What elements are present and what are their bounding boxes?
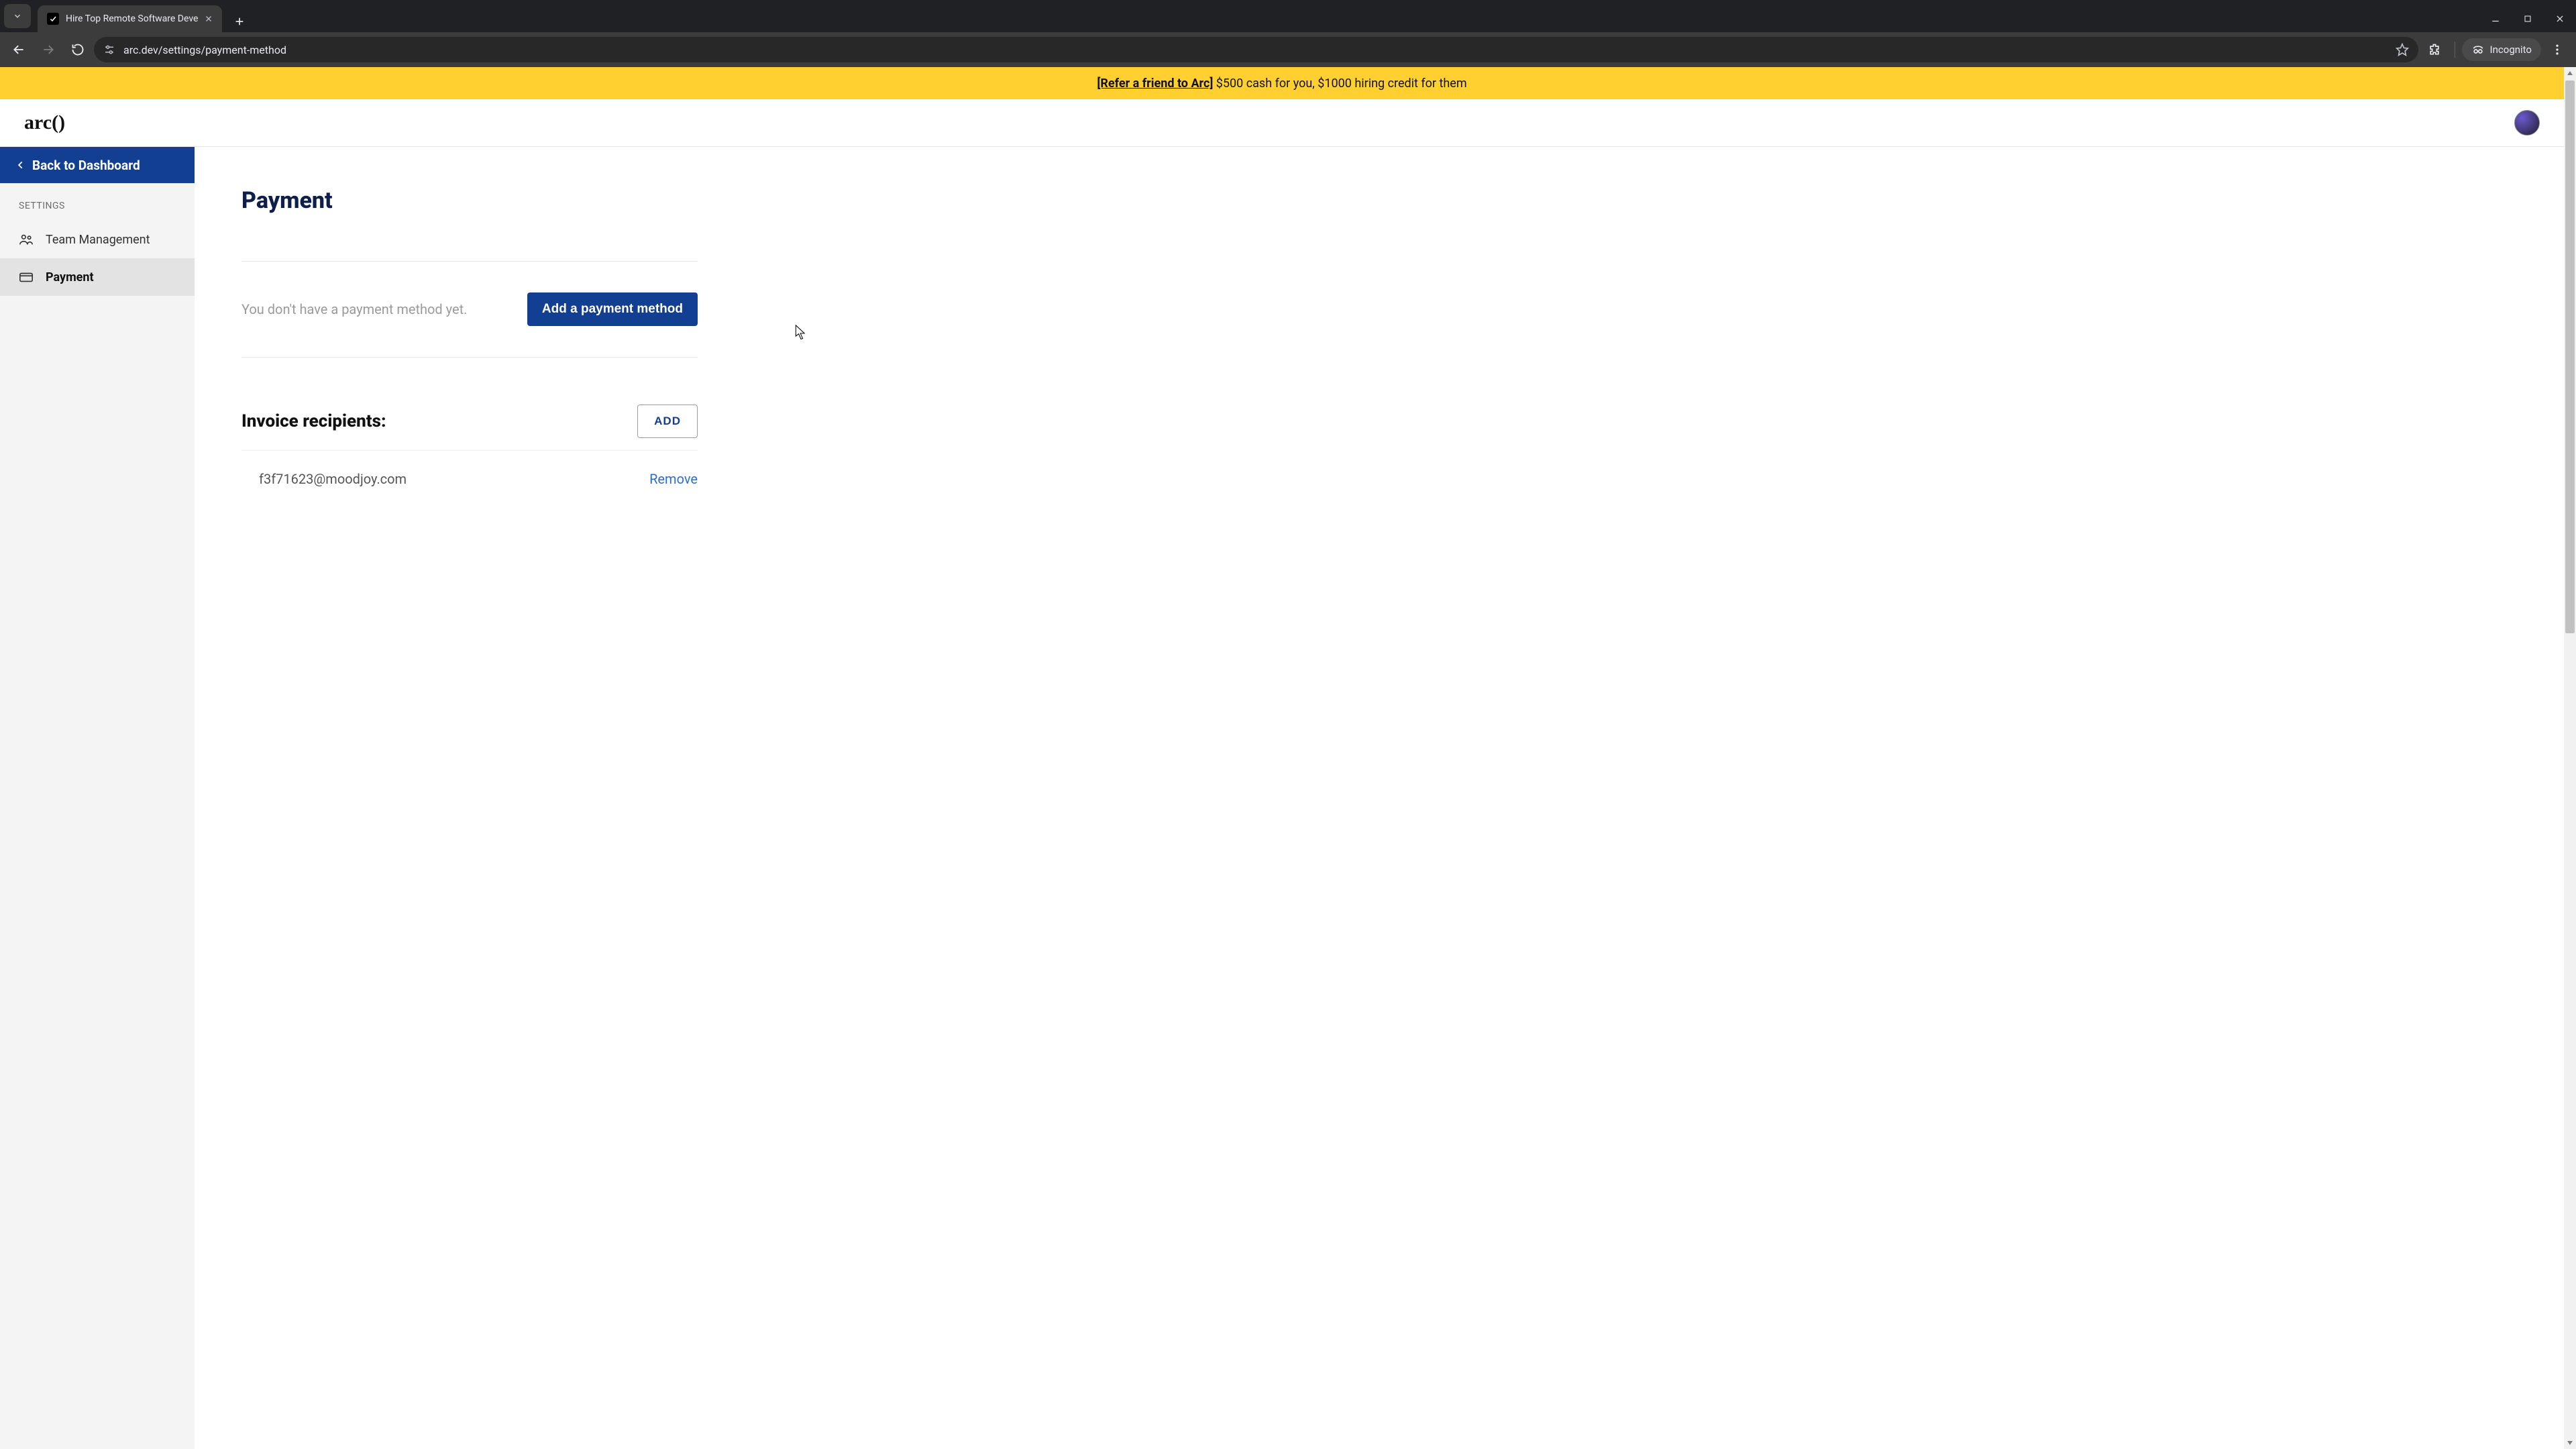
tab-search-button[interactable] bbox=[4, 4, 31, 28]
add-payment-method-button[interactable]: Add a payment method bbox=[527, 292, 698, 326]
extensions-button[interactable] bbox=[2421, 36, 2448, 63]
chevron-down-icon bbox=[13, 11, 22, 21]
app-header: arc() bbox=[0, 99, 2564, 146]
puzzle-icon bbox=[2428, 43, 2441, 56]
main-content: Payment You don't have a payment method … bbox=[195, 147, 2564, 1449]
incognito-indicator[interactable]: Incognito bbox=[2462, 38, 2541, 61]
address-bar[interactable]: arc.dev/settings/payment-method bbox=[94, 37, 2418, 62]
close-icon bbox=[205, 15, 213, 23]
nav-forward-button[interactable] bbox=[35, 36, 62, 63]
sidebar-item-payment[interactable]: Payment bbox=[0, 258, 195, 296]
nav-reload-button[interactable] bbox=[64, 36, 91, 63]
scroll-up-button[interactable] bbox=[2564, 67, 2576, 79]
invoice-recipients-title: Invoice recipients: bbox=[241, 411, 386, 431]
window-minimize-button[interactable] bbox=[2479, 5, 2512, 32]
window-close-button[interactable] bbox=[2544, 5, 2576, 32]
sidebar-heading: SETTINGS bbox=[0, 183, 195, 221]
remove-recipient-link[interactable]: Remove bbox=[649, 471, 698, 487]
nav-back-button[interactable] bbox=[5, 36, 32, 63]
browser-titlebar: Hire Top Remote Software Deve bbox=[0, 0, 2576, 32]
scroll-down-button[interactable] bbox=[2564, 1437, 2576, 1449]
sidebar-item-team-management[interactable]: Team Management bbox=[0, 221, 195, 258]
maximize-icon bbox=[2524, 15, 2532, 23]
incognito-label: Incognito bbox=[2490, 44, 2532, 56]
tab-favicon bbox=[47, 13, 59, 25]
divider bbox=[241, 357, 698, 358]
kebab-icon bbox=[2551, 43, 2564, 56]
arrow-left-icon bbox=[12, 43, 25, 56]
new-tab-button[interactable] bbox=[229, 11, 250, 32]
avatar[interactable] bbox=[2514, 110, 2540, 136]
bookmark-button[interactable] bbox=[2396, 43, 2409, 56]
back-to-dashboard-button[interactable]: Back to Dashboard bbox=[0, 147, 195, 183]
people-icon bbox=[19, 232, 34, 247]
triangle-up-icon bbox=[2567, 70, 2573, 76]
tab-title: Hire Top Remote Software Deve bbox=[66, 13, 198, 24]
no-payment-method-text: You don't have a payment method yet. bbox=[241, 301, 467, 317]
referral-banner[interactable]: [Refer a friend to Arc] $500 cash for yo… bbox=[0, 67, 2564, 99]
vertical-scrollbar[interactable] bbox=[2564, 67, 2576, 1449]
app-body: Back to Dashboard SETTINGS Team Manageme… bbox=[0, 146, 2564, 1449]
banner-rest: $500 cash for you, $1000 hiring credit f… bbox=[1213, 76, 1466, 91]
recipient-row: f3f71623@moodjoy.com Remove bbox=[241, 450, 698, 507]
tab-close-button[interactable] bbox=[205, 15, 213, 23]
minimize-icon bbox=[2491, 14, 2500, 23]
star-icon bbox=[2396, 43, 2409, 56]
plus-icon bbox=[234, 16, 245, 27]
reload-icon bbox=[71, 43, 85, 56]
add-recipient-button[interactable]: ADD bbox=[637, 405, 698, 438]
window-maximize-button[interactable] bbox=[2512, 5, 2544, 32]
sidebar-item-label: Team Management bbox=[46, 233, 150, 247]
back-label: Back to Dashboard bbox=[32, 158, 140, 173]
arrow-right-icon bbox=[42, 43, 55, 56]
tune-icon bbox=[103, 44, 115, 56]
site-info-button[interactable] bbox=[103, 44, 115, 56]
window-controls bbox=[2479, 5, 2576, 32]
payment-panel: You don't have a payment method yet. Add… bbox=[241, 261, 698, 507]
logo[interactable]: arc() bbox=[24, 111, 65, 134]
invoice-recipients-header: Invoice recipients: ADD bbox=[241, 405, 698, 438]
payment-method-row: You don't have a payment method yet. Add… bbox=[241, 262, 698, 357]
banner-link[interactable]: [Refer a friend to Arc] bbox=[1097, 76, 1213, 91]
triangle-down-icon bbox=[2567, 1440, 2573, 1446]
sidebar: Back to Dashboard SETTINGS Team Manageme… bbox=[0, 147, 195, 1449]
page-title: Payment bbox=[241, 187, 2517, 214]
sidebar-item-label: Payment bbox=[46, 270, 94, 284]
scrollbar-thumb[interactable] bbox=[2565, 80, 2575, 633]
close-icon bbox=[2555, 14, 2565, 23]
recipient-email: f3f71623@moodjoy.com bbox=[259, 471, 407, 487]
page-root: [Refer a friend to Arc] $500 cash for yo… bbox=[0, 67, 2564, 1449]
incognito-icon bbox=[2471, 43, 2485, 56]
url-text: arc.dev/settings/payment-method bbox=[123, 44, 2387, 56]
banner-text: [Refer a friend to Arc] $500 cash for yo… bbox=[1097, 76, 1466, 91]
browser-toolbar: arc.dev/settings/payment-method Incognit… bbox=[0, 32, 2576, 67]
browser-tab[interactable]: Hire Top Remote Software Deve bbox=[38, 5, 222, 32]
browser-menu-button[interactable] bbox=[2544, 36, 2571, 63]
card-icon bbox=[19, 270, 34, 284]
chevron-left-icon bbox=[16, 160, 25, 170]
viewport: [Refer a friend to Arc] $500 cash for yo… bbox=[0, 67, 2576, 1449]
